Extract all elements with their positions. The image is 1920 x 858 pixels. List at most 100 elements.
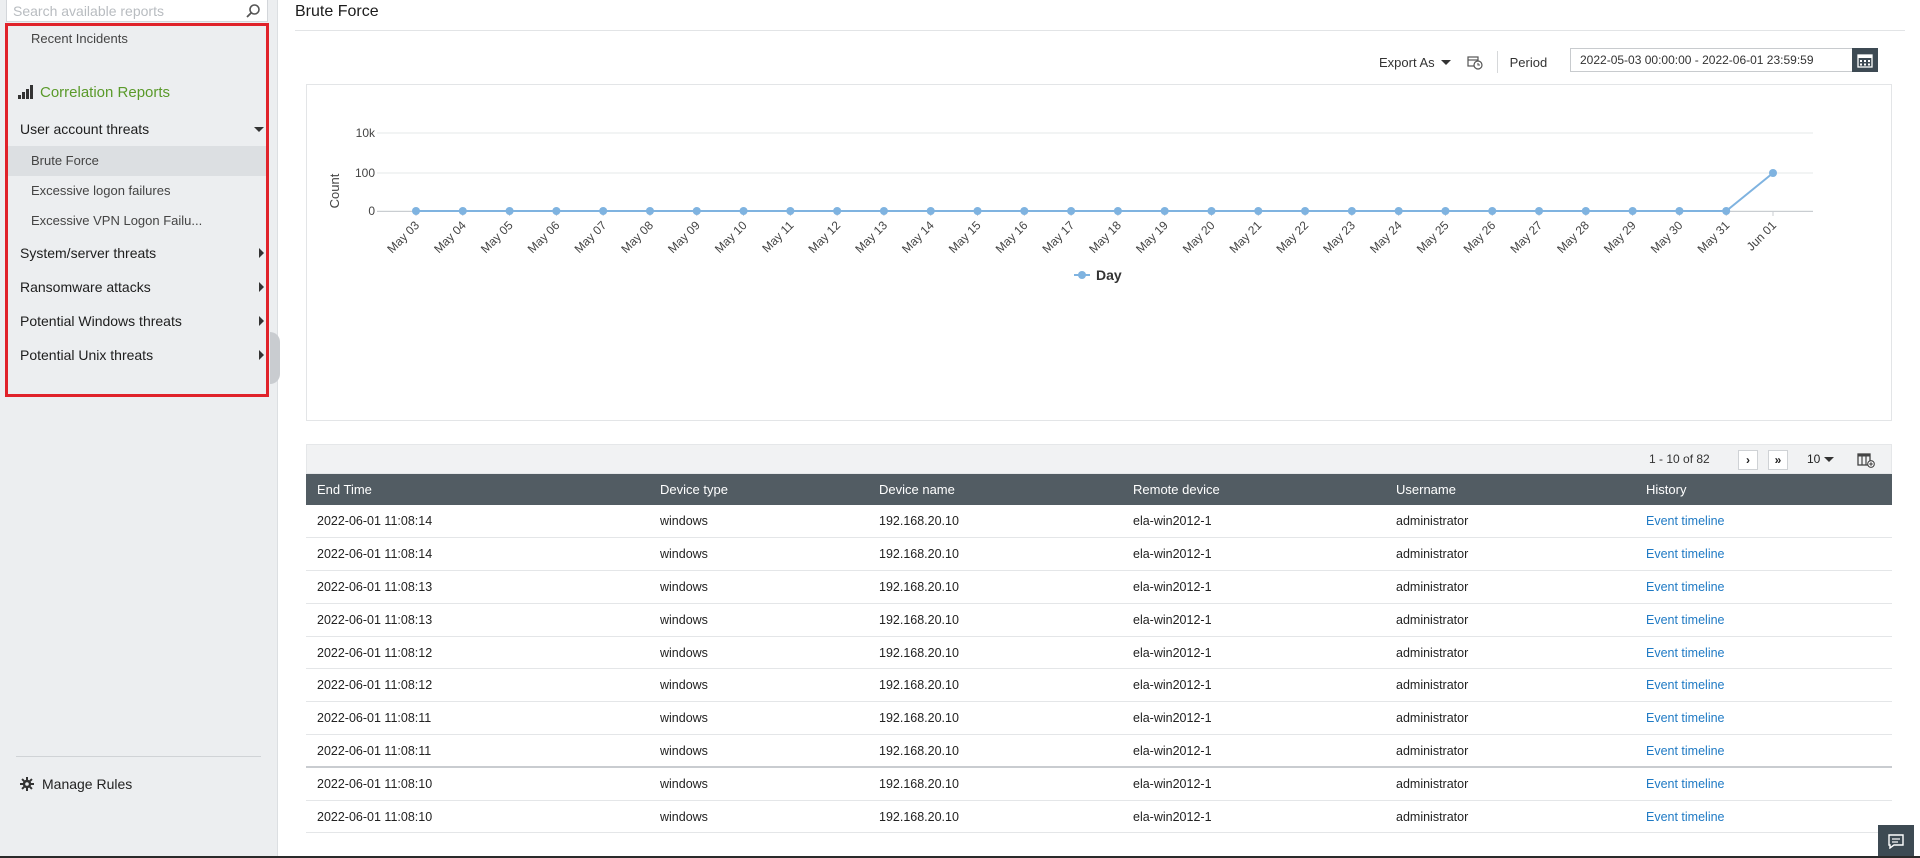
data-point — [1628, 207, 1637, 215]
table-row[interactable]: 2022-06-01 11:08:11 windows 192.168.20.10 e… — [306, 734, 1892, 769]
cell-history[interactable]: Event timeline — [1635, 570, 1892, 604]
x-tick-label: May 20 — [1180, 218, 1218, 256]
pager-bar: 1 - 10 of 82 › » 10 — [306, 444, 1892, 474]
cell-username: administrator — [1385, 505, 1635, 539]
page-size-select[interactable]: 10 — [1807, 452, 1835, 466]
cell-device-type: windows — [649, 570, 868, 604]
cell-history[interactable]: Event timeline — [1635, 505, 1892, 539]
data-point — [786, 207, 795, 215]
cell-remote-device: ela-win2012-1 — [1122, 668, 1385, 703]
nav-group-ransomware-attacks[interactable]: Ransomware attacks — [8, 270, 268, 304]
calendar-button[interactable] — [1852, 48, 1878, 72]
cell-end-time: 2022-06-01 11:08:13 — [306, 570, 649, 604]
page-title: Brute Force — [295, 3, 379, 20]
cell-history[interactable]: Event timeline — [1635, 800, 1892, 834]
x-tick-label: May 19 — [1133, 218, 1171, 256]
column-header-end-time[interactable]: End Time — [306, 474, 649, 505]
table-row[interactable]: 2022-06-01 11:08:11 windows 192.168.20.10 e… — [306, 701, 1892, 736]
cell-remote-device: ela-win2012-1 — [1122, 570, 1385, 604]
sidebar-collapse-handle[interactable] — [270, 332, 280, 384]
search-input[interactable] — [7, 2, 237, 19]
cell-history[interactable]: Event timeline — [1635, 636, 1892, 670]
data-point — [1488, 207, 1497, 215]
cell-remote-device: ela-win2012-1 — [1122, 537, 1385, 572]
nav-group-user-account-threats[interactable]: User account threats — [8, 112, 268, 146]
export-as-button[interactable]: Export As — [1379, 55, 1451, 70]
x-tick-label: May 14 — [899, 218, 937, 256]
nav-item-excessive-vpn-logon-failures[interactable]: Excessive VPN Logon Failu... — [8, 206, 268, 236]
table-row[interactable]: 2022-06-01 11:08:12 windows 192.168.20.10 e… — [306, 668, 1892, 703]
chevron-right-icon — [259, 316, 264, 326]
cell-end-time: 2022-06-01 11:08:11 — [306, 701, 649, 736]
chevron-right-icon — [259, 248, 264, 258]
column-header-device-type[interactable]: Device type — [649, 474, 868, 505]
table-row[interactable]: 2022-06-01 11:08:13 windows 192.168.20.10 e… — [306, 603, 1892, 637]
chart-panel: 0 100 10k Count May 03 May 04 May 05 May 06 May … — [306, 84, 1892, 421]
cell-history[interactable]: Event timeline — [1635, 537, 1892, 572]
schedule-icon[interactable] — [1467, 54, 1483, 70]
table-row[interactable]: 2022-06-01 11:08:14 windows 192.168.20.10 e… — [306, 537, 1892, 572]
nav-item-excessive-logon-failures[interactable]: Excessive logon failures — [8, 176, 268, 206]
data-point — [926, 207, 935, 215]
data-point — [1207, 207, 1216, 215]
cell-history[interactable]: Event timeline — [1635, 701, 1892, 736]
cell-history[interactable]: Event timeline — [1635, 668, 1892, 703]
last-page-button[interactable]: » — [1768, 450, 1788, 470]
legend-marker — [1078, 271, 1086, 279]
nav-group-label: System/server threats — [20, 245, 157, 261]
cell-end-time: 2022-06-01 11:08:12 — [306, 636, 649, 670]
cell-device-name: 192.168.20.10 — [868, 505, 1122, 539]
data-point — [1254, 207, 1263, 215]
cell-device-name: 192.168.20.10 — [868, 800, 1122, 834]
nav-group-system-server-threats[interactable]: System/server threats — [8, 236, 268, 270]
y-tick-label: 100 — [355, 166, 375, 180]
column-header-device-name[interactable]: Device name — [868, 474, 1122, 505]
cell-device-type: windows — [649, 800, 868, 834]
search-icon[interactable] — [245, 3, 261, 19]
bar-chart-icon — [18, 85, 33, 99]
data-point — [879, 207, 888, 215]
nav-item-recent-incidents[interactable]: Recent Incidents — [8, 24, 268, 54]
period-field[interactable]: 2022-05-03 00:00:00 - 2022-06-01 23:59:5… — [1570, 48, 1878, 72]
column-header-history[interactable]: History — [1635, 474, 1892, 505]
x-tick-label: May 31 — [1695, 218, 1733, 256]
column-chooser-icon[interactable] — [1857, 452, 1875, 468]
column-header-remote-device[interactable]: Remote device — [1122, 474, 1385, 505]
table-row[interactable]: 2022-06-01 11:08:14 windows 192.168.20.10 e… — [306, 505, 1892, 539]
cell-device-type: windows — [649, 767, 868, 801]
cell-end-time: 2022-06-01 11:08:10 — [306, 767, 649, 801]
data-point — [1113, 207, 1122, 215]
chat-button[interactable] — [1878, 825, 1914, 858]
chevron-right-icon — [259, 350, 264, 360]
next-page-button[interactable]: › — [1738, 450, 1758, 470]
x-tick-label: May 21 — [1227, 218, 1265, 256]
cell-remote-device: ela-win2012-1 — [1122, 767, 1385, 801]
table-row[interactable]: 2022-06-01 11:08:13 windows 192.168.20.10 e… — [306, 570, 1892, 604]
table-row[interactable]: 2022-06-01 11:08:10 windows 192.168.20.10 e… — [306, 800, 1892, 834]
manage-rules-link[interactable]: Manage Rules — [20, 776, 132, 792]
cell-username: administrator — [1385, 767, 1635, 801]
cell-history[interactable]: Event timeline — [1635, 767, 1892, 801]
data-point — [833, 207, 842, 215]
x-tick-label: May 26 — [1461, 218, 1499, 256]
nav-group-potential-windows-threats[interactable]: Potential Windows threats — [8, 304, 268, 338]
chat-icon — [1888, 834, 1904, 849]
y-tick-label: 0 — [368, 204, 375, 218]
table-row[interactable]: 2022-06-01 11:08:12 windows 192.168.20.10 e… — [306, 636, 1892, 670]
cell-device-type: windows — [649, 701, 868, 736]
cell-end-time: 2022-06-01 11:08:11 — [306, 734, 649, 769]
nav-group-potential-unix-threats[interactable]: Potential Unix threats — [8, 338, 268, 372]
cell-history[interactable]: Event timeline — [1635, 734, 1892, 769]
cell-username: administrator — [1385, 800, 1635, 834]
nav-item-brute-force[interactable]: Brute Force — [8, 146, 268, 176]
cell-username: administrator — [1385, 701, 1635, 736]
x-tick-label: Jun 01 — [1744, 218, 1780, 254]
x-tick-label: May 27 — [1507, 218, 1545, 256]
cell-history[interactable]: Event timeline — [1635, 603, 1892, 637]
table-row[interactable]: 2022-06-01 11:08:10 windows 192.168.20.10 e… — [306, 767, 1892, 801]
x-tick-label: May 24 — [1367, 218, 1405, 256]
data-point — [1160, 207, 1169, 215]
cell-device-type: windows — [649, 537, 868, 572]
column-header-username[interactable]: Username — [1385, 474, 1635, 505]
nav-group-label: Potential Windows threats — [20, 313, 182, 329]
